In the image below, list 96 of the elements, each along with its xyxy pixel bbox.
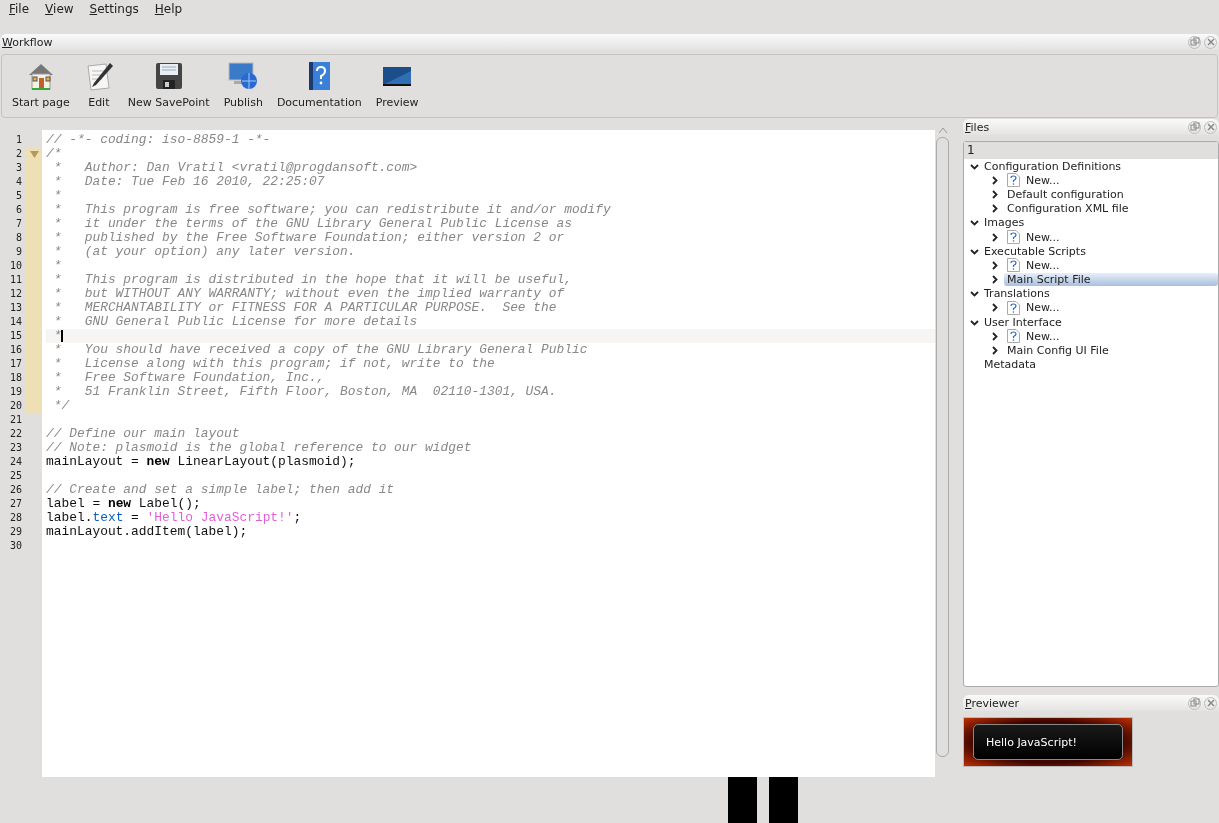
code-line: mainLayout = new LinearLayout(plasmoid); [46,455,356,469]
tree-item[interactable]: User Interface [984,315,1062,329]
line-number: 29 [8,525,23,539]
unknown-file-icon [1007,173,1020,188]
code-line: */ [52,399,70,413]
code-line: * You should have received a copy of the GNU Library General Public [52,343,588,357]
panel-title: Files [964,120,990,134]
tree-item[interactable]: Configuration Definitions [984,159,1122,173]
line-number: 27 [8,497,23,511]
code-line: * [52,329,62,343]
tree-item[interactable]: New... [1004,258,1218,273]
toolbar-button[interactable]: Publish [218,61,268,109]
line-number: 17 [8,357,23,371]
menu-item[interactable]: View [45,2,74,20]
menu-item[interactable]: Help [154,2,183,20]
code-line: * (at your option) any later version. [52,245,356,259]
tree-item[interactable]: Default configuration [1004,187,1218,201]
line-number: 6 [14,203,23,217]
code-line: * [52,259,62,273]
panel-title: Previewer [964,696,1020,710]
tree-item[interactable]: New... [1004,300,1218,315]
line-number: 20 [8,399,23,413]
code-line: mainLayout.addItem(label); [46,525,248,539]
line-number: 7 [14,217,23,231]
line-number: 26 [8,483,23,497]
code-line: /* [46,147,62,161]
code-line: * This program is distributed in the hope that it will be useful, [52,273,573,287]
line-number: 14 [8,315,23,329]
line-number: 30 [8,539,23,553]
code-line: // Note: plasmoid is the global reference to our widget [46,441,472,455]
line-number: 16 [8,343,23,357]
line-number: 13 [8,301,23,315]
line-number: 23 [8,441,23,455]
tree-item[interactable]: New... [1004,230,1218,245]
code-line: * it under the terms of the GNU Library General Public License as [52,217,573,231]
code-line: * Author: Dan Vratil <vratil@progdansoft.com> [52,161,418,175]
unknown-file-icon [1007,258,1020,273]
line-number: 2 [14,147,23,161]
line-number: 19 [8,385,23,399]
tree-item[interactable]: Configuration XML file [1004,202,1218,216]
line-number: 4 [14,175,23,189]
tree-item[interactable]: Translations [984,287,1050,301]
tree-item[interactable]: New... [1004,329,1218,344]
code-line: * This program is free software; you can redistribute it and/or modify [52,203,611,217]
toolbar-button[interactable]: New SavePoint [122,61,215,109]
line-number: 28 [8,511,23,525]
line-number: 21 [8,413,23,427]
tree-item[interactable]: Metadata [984,358,1037,372]
line-number: 22 [8,427,23,441]
text-cursor [61,330,64,342]
line-number: 8 [14,231,23,245]
monitor-globe-icon [228,61,259,91]
line-number: 9 [14,245,23,259]
tree-item[interactable]: Images [984,216,1025,230]
line-number: 24 [8,455,23,469]
toolbar-button[interactable]: Start page [7,61,75,109]
line-number: 18 [8,371,23,385]
menu-item[interactable]: Settings [89,2,139,20]
code-line: * 51 Franklin Street, Fifth Floor, Boston, MA 02110-1301, USA. [52,385,557,399]
toolbar-button[interactable]: Preview [370,61,424,109]
line-number: 3 [14,161,23,175]
code-line: // -*- coding: iso-8859-1 -*- [46,133,271,147]
tree-item[interactable]: New... [1004,173,1218,188]
preview-label: Hello JavaScript! [973,724,1123,760]
line-number: 11 [8,273,23,287]
code-line: * but WITHOUT ANY WARRANTY; without even the implied warranty of [52,287,565,301]
unknown-file-icon [1007,329,1020,344]
code-line: // Define our main layout [46,427,240,441]
tree-item[interactable]: Main Script File [1004,273,1218,287]
line-number: 5 [14,189,23,203]
line-number: 10 [8,259,23,273]
dark-block [728,777,757,823]
code-line: label.text = 'Hello JavaScript!'; [46,511,302,525]
toolbar-button[interactable]: Edit [78,61,119,109]
unknown-file-icon [1007,300,1020,315]
code-line: * MERCHANTABILITY or FITNESS FOR A PARTICULAR PURPOSE. See the [52,301,557,315]
line-number: 25 [8,469,23,483]
menu-item[interactable]: File [9,2,30,20]
line-number: 15 [8,329,23,343]
tree-item[interactable]: Main Config UI File [1004,344,1218,358]
unknown-file-icon [1007,230,1020,245]
code-line: * Free Software Foundation, Inc., [52,371,325,385]
code-line: label = new Label(); [46,497,201,511]
code-line: * published by the Free Software Foundation; either version 2 or [52,231,565,245]
toolbar-button[interactable]: Documentation [271,61,367,109]
code-line: // Create and set a simple label; then add it [46,483,395,497]
column-header[interactable]: 1 [964,142,1218,159]
code-line: * GNU General Public License for more details [52,315,418,329]
line-number: 12 [8,287,23,301]
code-line: * [52,189,62,203]
dark-block [769,777,798,823]
tree-item[interactable]: Executable Scripts [984,244,1086,258]
code-line: * Date: Tue Feb 16 2010, 22:25:07 [52,175,325,189]
line-number: 1 [14,133,23,147]
panel-title: Workflow [1,35,53,49]
code-line: * License along with this program; if not, write to the [52,357,495,371]
